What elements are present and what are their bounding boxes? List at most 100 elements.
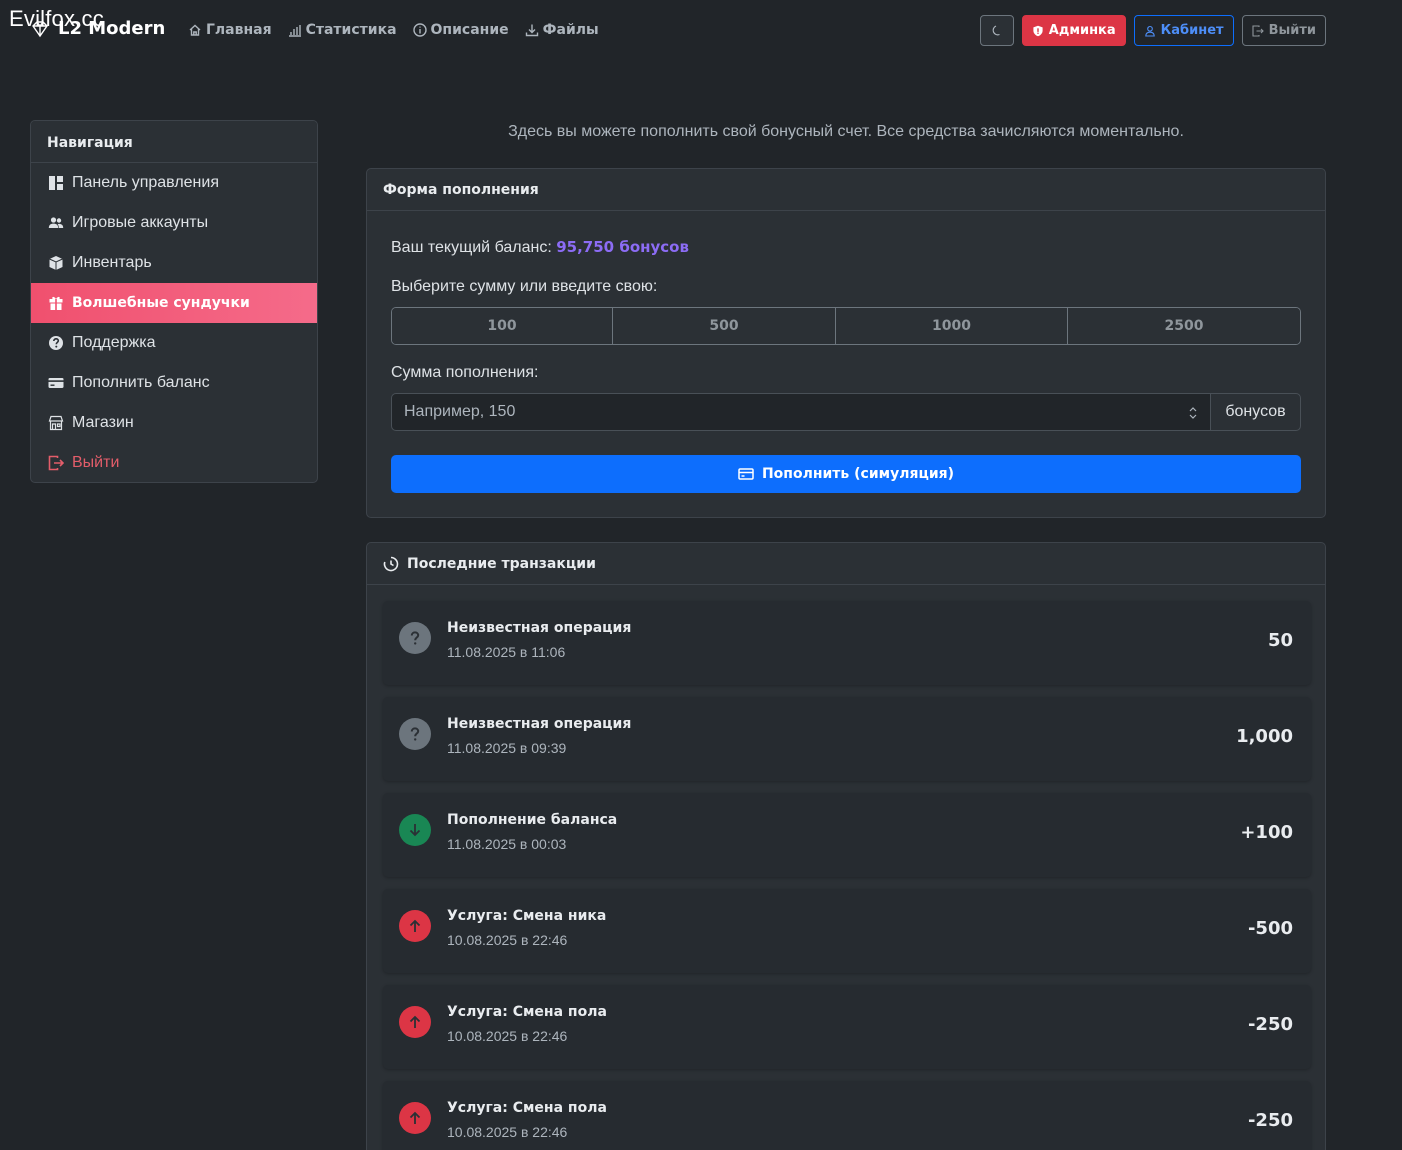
current-balance: Ваш текущий баланс: 95,750 бонусов	[391, 238, 689, 257]
main-nav: Главная Статистика Описание Файлы	[188, 22, 599, 38]
transactions-card: Последние транзакции Неизвестная операци…	[366, 542, 1326, 1150]
nav-files[interactable]: Файлы	[525, 22, 599, 38]
box-icon	[49, 256, 63, 270]
transaction-amount: -250	[1247, 1014, 1293, 1035]
nav-files-label: Файлы	[542, 22, 599, 38]
transaction-date: 10.08.2025 в 22:46	[447, 1124, 568, 1140]
transaction-spend-badge	[399, 910, 431, 942]
sidebar-item-dashboard[interactable]: Панель управления	[31, 163, 317, 203]
logout-icon	[1252, 24, 1264, 37]
sidebar-item-label: Инвентарь	[72, 254, 152, 271]
sidebar-item-magic-chests[interactable]: Волшебные сундучки	[31, 283, 317, 323]
sidebar: Навигация Панель управления Игровые акка…	[30, 120, 318, 483]
gift-icon	[49, 296, 63, 310]
moon-icon	[992, 24, 1000, 35]
admin-button[interactable]: Админка	[1021, 15, 1126, 46]
transaction-title: Услуга: Смена ника	[447, 908, 607, 924]
topup-form-title-text: Форма пополнения	[383, 182, 539, 198]
nav-stats[interactable]: Статистика	[288, 22, 397, 38]
sidebar-item-label: Пополнить баланс	[72, 374, 210, 391]
sum-label: Сумма пополнения:	[391, 364, 539, 381]
number-spinner-icon[interactable]	[1188, 405, 1198, 421]
transaction-unknown-badge	[399, 718, 431, 750]
users-icon	[48, 217, 64, 228]
logout-icon	[48, 455, 64, 471]
bar-chart-icon	[288, 25, 301, 37]
transaction-amount: -250	[1247, 1110, 1293, 1131]
sidebar-title: Навигация	[31, 121, 317, 163]
sidebar-item-label: Поддержка	[72, 334, 156, 351]
choose-amount-label: Выберите сумму или введите свою:	[391, 278, 658, 295]
transaction-amount: 1,000	[1236, 726, 1293, 747]
sidebar-item-shop[interactable]: Магазин	[31, 403, 317, 443]
sum-input[interactable]	[404, 403, 1198, 421]
sidebar-item-label: Магазин	[72, 414, 134, 431]
transaction-row: Неизвестная операция 11.08.2025 в 09:39 …	[383, 697, 1311, 781]
arrow-up-icon	[409, 1111, 421, 1124]
nav-about[interactable]: Описание	[412, 22, 509, 38]
transactions-title-text: Последние транзакции	[407, 556, 596, 572]
transactions-list: Неизвестная операция 11.08.2025 в 11:06 …	[383, 601, 1311, 1150]
transaction-date: 11.08.2025 в 09:39	[447, 740, 567, 756]
transaction-deposit-badge	[399, 814, 431, 846]
transaction-amount: +100	[1240, 822, 1293, 843]
credit-card-icon	[738, 468, 754, 480]
clock-history-icon	[383, 556, 399, 572]
sidebar-item-label: Игровые аккаунты	[72, 214, 209, 231]
transactions-title: Последние транзакции	[367, 543, 1325, 585]
header-logout-button[interactable]: Выйти	[1241, 15, 1326, 46]
preset-amount-500-button[interactable]: 500	[613, 308, 836, 344]
shield-icon	[1033, 25, 1043, 36]
transaction-row: Пополнение баланса 11.08.2025 в 00:03 +1…	[383, 793, 1311, 877]
question-mark-icon	[410, 631, 420, 645]
cabinet-button-label: Кабинет	[1160, 23, 1224, 38]
preset-amount-1000-button[interactable]: 1000	[836, 308, 1068, 344]
sidebar-item-logout[interactable]: Выйти	[31, 443, 317, 482]
transaction-amount: -500	[1247, 918, 1293, 939]
watermark: Evilfox.cc	[9, 6, 104, 31]
nav-about-label: Описание	[430, 22, 509, 38]
sum-input-wrapper	[391, 393, 1210, 431]
sum-input-group: бонусов	[391, 393, 1301, 431]
transaction-row: Неизвестная операция 11.08.2025 в 11:06 …	[383, 601, 1311, 685]
sidebar-item-inventory[interactable]: Инвентарь	[31, 243, 317, 283]
transaction-row: Услуга: Смена пола 10.08.2025 в 22:46 -2…	[383, 985, 1311, 1069]
shop-icon	[48, 415, 64, 431]
intro-text: Здесь вы можете пополнить свой бонусный …	[508, 123, 1184, 140]
transaction-spend-badge	[399, 1102, 431, 1134]
topup-form-title: Форма пополнения	[367, 169, 1325, 211]
transaction-amount: 50	[1267, 630, 1293, 651]
nav-stats-label: Статистика	[305, 22, 397, 38]
preset-amount-100-button[interactable]: 100	[392, 308, 613, 344]
header-logout-label: Выйти	[1268, 23, 1316, 38]
transaction-unknown-badge	[399, 622, 431, 654]
preset-amount-2500-button[interactable]: 2500	[1068, 308, 1300, 344]
sidebar-item-label: Выйти	[72, 454, 120, 471]
question-mark-icon	[410, 727, 420, 741]
sidebar-item-support[interactable]: Поддержка	[31, 323, 317, 363]
topup-form-card: Форма пополнения Ваш текущий баланс: 95,…	[366, 168, 1326, 518]
transaction-date: 10.08.2025 в 22:46	[447, 1028, 568, 1044]
transaction-title: Неизвестная операция	[447, 620, 632, 636]
sidebar-item-topup[interactable]: Пополнить баланс	[31, 363, 317, 403]
user-icon	[1144, 25, 1155, 37]
transaction-spend-badge	[399, 1006, 431, 1038]
info-icon	[412, 23, 427, 37]
nav-home-label: Главная	[206, 22, 272, 38]
cabinet-button[interactable]: Кабинет	[1133, 15, 1234, 46]
top-navbar: L2 Modern Главная Статистика Описание Фа…	[0, 0, 1402, 62]
preset-amount-group: 100 500 1000 2500	[391, 307, 1301, 345]
transaction-date: 10.08.2025 в 22:46	[447, 932, 568, 948]
card-icon	[48, 378, 64, 388]
theme-toggle-button[interactable]	[979, 15, 1014, 46]
nav-home[interactable]: Главная	[188, 22, 272, 38]
sidebar-item-accounts[interactable]: Игровые аккаунты	[31, 203, 317, 243]
question-icon	[49, 336, 63, 350]
admin-button-label: Админка	[1048, 23, 1116, 38]
transaction-date: 11.08.2025 в 11:06	[447, 644, 566, 660]
transaction-row: Услуга: Смена пола 10.08.2025 в 22:46 -2…	[383, 1081, 1311, 1150]
header-actions: Админка Кабинет Выйти	[979, 15, 1326, 46]
sidebar-item-label: Волшебные сундучки	[72, 295, 250, 311]
transaction-title: Пополнение баланса	[447, 812, 618, 828]
topup-submit-button[interactable]: Пополнить (симуляция)	[391, 455, 1301, 493]
